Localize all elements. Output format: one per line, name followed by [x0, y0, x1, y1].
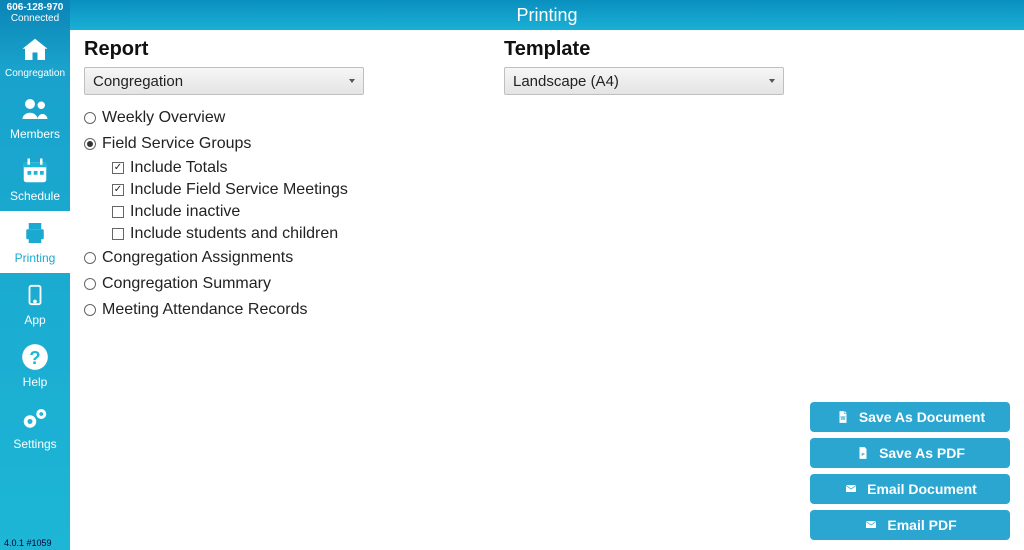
connection-code: 606-128-970: [0, 2, 70, 13]
option-field-service-groups[interactable]: Field Service Groups: [84, 131, 464, 157]
sidebar-item-schedule[interactable]: Schedule: [0, 149, 70, 211]
sidebar: 606-128-970 Connected Congregation Membe…: [0, 0, 70, 550]
option-weekly-overview[interactable]: Weekly Overview: [84, 105, 464, 131]
template-dropdown-value: Landscape (A4): [513, 73, 619, 90]
sidebar-item-label: Congregation: [5, 68, 65, 79]
template-heading: Template: [504, 38, 884, 61]
house-icon: [19, 34, 51, 66]
button-label: Save As PDF: [879, 445, 965, 461]
save-as-document-button[interactable]: W Save As Document: [810, 402, 1010, 432]
gears-icon: [19, 403, 51, 435]
sidebar-item-label: Help: [23, 375, 48, 389]
action-buttons: W Save As Document P Save As PDF Email D…: [810, 402, 1010, 540]
option-label: Congregation Assignments: [102, 249, 293, 267]
option-label: Meeting Attendance Records: [102, 301, 307, 319]
chevron-down-icon: [349, 79, 355, 83]
option-label: Field Service Groups: [102, 135, 251, 153]
checkbox-icon: [112, 162, 124, 174]
svg-text:P: P: [862, 452, 865, 457]
pdf-icon: P: [855, 445, 871, 461]
sidebar-item-label: Members: [10, 127, 60, 141]
checkbox-icon: [112, 206, 124, 218]
report-dropdown-value: Congregation: [93, 73, 183, 90]
button-label: Email PDF: [887, 517, 956, 533]
sidebar-item-label: App: [24, 313, 45, 327]
subopt-label: Include students and children: [130, 225, 338, 243]
svg-text:?: ?: [29, 347, 40, 368]
sidebar-item-members[interactable]: Members: [0, 87, 70, 149]
subopt-label: Include Totals: [130, 159, 228, 177]
sidebar-item-printing[interactable]: Printing: [0, 211, 70, 273]
sidebar-item-label: Schedule: [10, 189, 60, 203]
sidebar-item-app[interactable]: App: [0, 273, 70, 335]
document-icon: W: [835, 409, 851, 425]
report-options: Weekly Overview Field Service Groups Inc…: [84, 105, 464, 323]
email-pdf-button[interactable]: Email PDF: [810, 510, 1010, 540]
subopt-include-students[interactable]: Include students and children: [112, 223, 464, 245]
radio-icon: [84, 112, 96, 124]
version-footer: 4.0.1 #1059: [0, 536, 70, 550]
people-icon: [19, 93, 51, 125]
sidebar-item-help[interactable]: ? Help: [0, 335, 70, 397]
sidebar-item-settings[interactable]: Settings: [0, 397, 70, 459]
sidebar-item-label: Printing: [15, 251, 56, 265]
option-label: Congregation Summary: [102, 275, 271, 293]
report-heading: Report: [84, 38, 464, 61]
checkbox-icon: [112, 228, 124, 240]
chevron-down-icon: [769, 79, 775, 83]
option-cong-summary[interactable]: Congregation Summary: [84, 271, 464, 297]
button-label: Save As Document: [859, 409, 985, 425]
envelope-icon: [863, 517, 879, 533]
connection-indicator: 606-128-970 Connected: [0, 0, 70, 28]
radio-icon: [84, 278, 96, 290]
content-area: Report Congregation Weekly Overview Fiel…: [70, 30, 1024, 550]
option-meeting-attendance[interactable]: Meeting Attendance Records: [84, 297, 464, 323]
report-dropdown[interactable]: Congregation: [84, 67, 364, 95]
calendar-icon: [19, 155, 51, 187]
email-document-button[interactable]: Email Document: [810, 474, 1010, 504]
sidebar-item-congregation[interactable]: Congregation: [0, 28, 70, 87]
button-label: Email Document: [867, 481, 977, 497]
page-title: Printing: [70, 0, 1024, 30]
radio-icon: [84, 138, 96, 150]
envelope-icon: [843, 481, 859, 497]
printer-icon: [19, 217, 51, 249]
subopt-include-fs-meetings[interactable]: Include Field Service Meetings: [112, 179, 464, 201]
connection-status: Connected: [0, 13, 70, 24]
phone-icon: [19, 279, 51, 311]
checkbox-icon: [112, 184, 124, 196]
field-service-suboptions: Include Totals Include Field Service Mee…: [84, 157, 464, 245]
option-label: Weekly Overview: [102, 109, 225, 127]
help-icon: ?: [19, 341, 51, 373]
template-dropdown[interactable]: Landscape (A4): [504, 67, 784, 95]
option-cong-assignments[interactable]: Congregation Assignments: [84, 245, 464, 271]
report-column: Report Congregation Weekly Overview Fiel…: [84, 38, 464, 542]
radio-icon: [84, 304, 96, 316]
svg-text:W: W: [840, 416, 845, 422]
subopt-include-inactive[interactable]: Include inactive: [112, 201, 464, 223]
radio-icon: [84, 252, 96, 264]
subopt-include-totals[interactable]: Include Totals: [112, 157, 464, 179]
subopt-label: Include inactive: [130, 203, 240, 221]
save-as-pdf-button[interactable]: P Save As PDF: [810, 438, 1010, 468]
main-area: Printing Report Congregation Weekly Over…: [70, 0, 1024, 550]
subopt-label: Include Field Service Meetings: [130, 181, 348, 199]
sidebar-item-label: Settings: [13, 437, 56, 451]
